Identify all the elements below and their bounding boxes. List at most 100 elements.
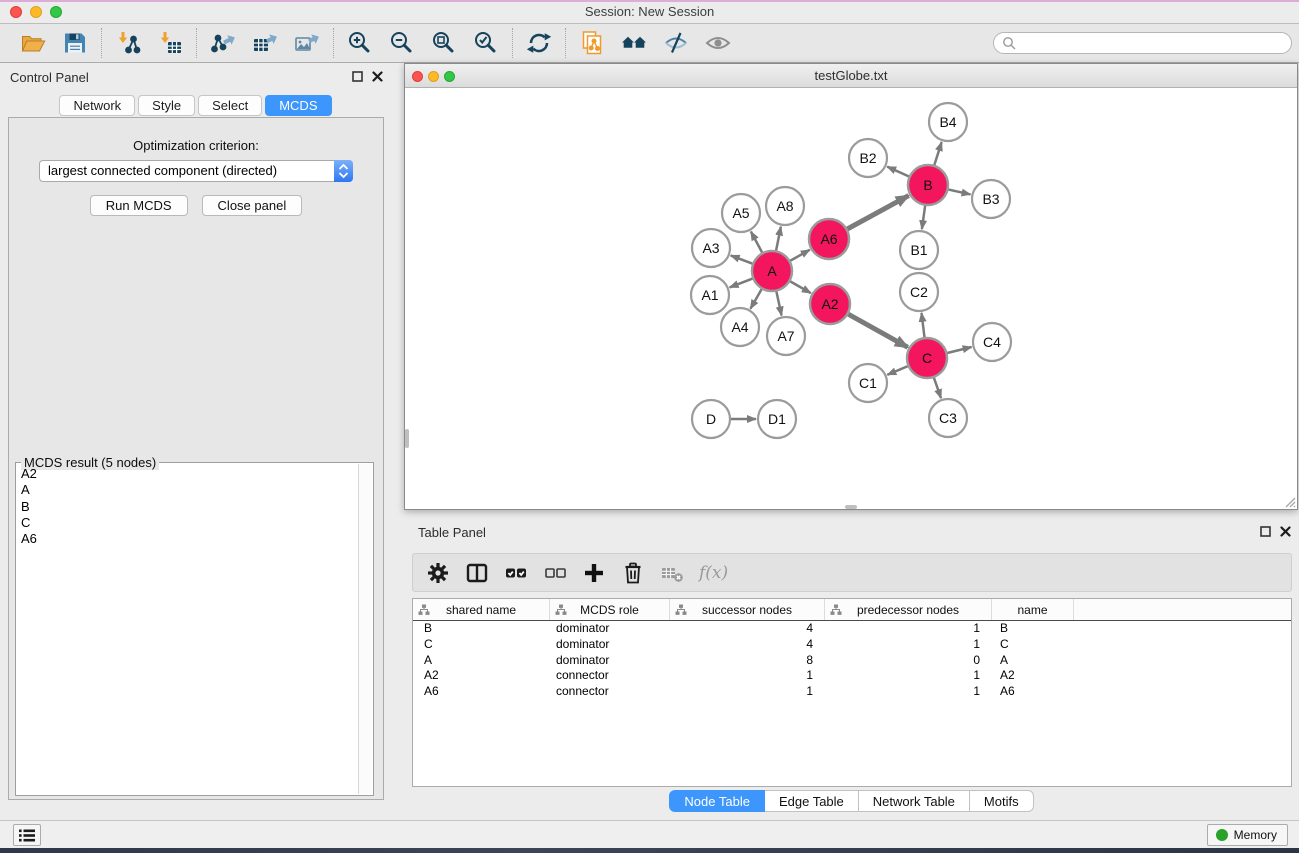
graph-node-A7[interactable]: A7 (767, 317, 805, 355)
table-cell: A (992, 653, 1074, 669)
graph-node-A5[interactable]: A5 (722, 194, 760, 232)
close-window-button[interactable] (10, 6, 22, 18)
svg-text:C4: C4 (983, 334, 1001, 350)
result-scrollbar[interactable] (358, 464, 372, 794)
column-header-successor-nodes[interactable]: successor nodes (670, 599, 825, 620)
table-row[interactable]: Cdominator41C (413, 637, 1291, 653)
graph-node-B2[interactable]: B2 (849, 139, 887, 177)
select-all-checkboxes-icon[interactable] (504, 561, 528, 585)
graph-node-A[interactable]: A (752, 251, 792, 291)
show-all-icon[interactable] (705, 30, 731, 56)
graph-node-C4[interactable]: C4 (973, 323, 1011, 361)
open-file-icon[interactable] (20, 30, 46, 56)
graph-node-D1[interactable]: D1 (758, 400, 796, 438)
graph-node-A2[interactable]: A2 (810, 284, 850, 324)
tab-mcds[interactable]: MCDS (265, 95, 331, 116)
network-zoom-button[interactable] (444, 71, 455, 82)
graph-node-A4[interactable]: A4 (721, 308, 759, 346)
show-columns-icon[interactable] (465, 561, 489, 585)
graph-node-A1[interactable]: A1 (691, 276, 729, 314)
tab-network-table[interactable]: Network Table (859, 790, 970, 812)
svg-text:A4: A4 (731, 319, 748, 335)
network-vertical-scrollbar[interactable] (405, 429, 409, 448)
add-column-icon[interactable] (582, 561, 606, 585)
result-item[interactable]: B (17, 499, 357, 515)
refresh-layout-icon[interactable] (526, 30, 552, 56)
table-row[interactable]: A2connector11A2 (413, 668, 1291, 684)
column-header-name[interactable]: name (992, 599, 1074, 620)
export-network-icon[interactable] (210, 30, 236, 56)
zoom-out-icon[interactable] (389, 30, 415, 56)
minimize-window-button[interactable] (30, 6, 42, 18)
result-item[interactable]: A2 (17, 466, 357, 482)
network-close-button[interactable] (412, 71, 423, 82)
criterion-dropdown[interactable]: largest connected component (directed) (39, 160, 353, 182)
list-icon (18, 828, 36, 843)
table-row[interactable]: Bdominator41B (413, 621, 1291, 637)
graph-node-A3[interactable]: A3 (692, 229, 730, 267)
column-header-shared-name[interactable]: shared name (413, 599, 550, 620)
result-item[interactable]: A6 (17, 531, 357, 547)
float-table-panel-icon[interactable] (1260, 526, 1271, 537)
network-window-titlebar[interactable]: testGlobe.txt (405, 64, 1297, 88)
run-mcds-button[interactable]: Run MCDS (90, 195, 188, 216)
new-network-from-selection-icon[interactable] (579, 30, 605, 56)
settings-gear-icon[interactable] (426, 561, 450, 585)
resize-grip-icon[interactable] (1283, 495, 1296, 508)
column-header-MCDS-role[interactable]: MCDS role (550, 599, 670, 620)
graph-node-B4[interactable]: B4 (929, 103, 967, 141)
graph-node-A8[interactable]: A8 (766, 187, 804, 225)
mcds-result-list[interactable]: A2ABCA6 (17, 466, 357, 794)
home-first-neighbors-icon[interactable] (621, 30, 647, 56)
table-cell: 1 (670, 668, 825, 684)
graph-node-C3[interactable]: C3 (929, 399, 967, 437)
close-panel-icon[interactable] (372, 71, 383, 82)
graph-node-A6[interactable]: A6 (809, 219, 849, 259)
import-table-icon[interactable] (157, 30, 183, 56)
delete-column-icon[interactable] (621, 561, 645, 585)
table-cell: A6 (992, 684, 1074, 700)
import-network-icon[interactable] (115, 30, 141, 56)
graph-node-C[interactable]: C (907, 338, 947, 378)
zoom-window-button[interactable] (50, 6, 62, 18)
memory-button[interactable]: Memory (1207, 824, 1288, 846)
deselect-all-checkboxes-icon[interactable] (543, 561, 567, 585)
graph-node-B1[interactable]: B1 (900, 231, 938, 269)
table-header-row: shared nameMCDS rolesuccessor nodesprede… (413, 599, 1291, 621)
table-cell: A2 (413, 668, 550, 684)
result-item[interactable]: A (17, 482, 357, 498)
zoom-selected-icon[interactable] (473, 30, 499, 56)
tab-style[interactable]: Style (138, 95, 195, 116)
graph-node-B[interactable]: B (908, 165, 948, 205)
graph-node-C2[interactable]: C2 (900, 273, 938, 311)
export-image-icon[interactable] (294, 30, 320, 56)
graph-node-B3[interactable]: B3 (972, 180, 1010, 218)
tab-motifs[interactable]: Motifs (970, 790, 1034, 812)
graph-node-D[interactable]: D (692, 400, 730, 438)
hide-selected-icon[interactable] (663, 30, 689, 56)
tab-edge-table[interactable]: Edge Table (765, 790, 859, 812)
table-cell: A2 (992, 668, 1074, 684)
search-box[interactable] (993, 32, 1292, 54)
tab-select[interactable]: Select (198, 95, 262, 116)
result-item[interactable]: C (17, 515, 357, 531)
table-row[interactable]: A6connector11A6 (413, 684, 1291, 700)
task-history-button[interactable] (13, 824, 41, 846)
zoom-fit-icon[interactable] (431, 30, 457, 56)
graph-node-C1[interactable]: C1 (849, 364, 887, 402)
close-table-panel-icon[interactable] (1280, 526, 1291, 537)
column-header-predecessor-nodes[interactable]: predecessor nodes (825, 599, 992, 620)
zoom-in-icon[interactable] (347, 30, 373, 56)
tab-node-table[interactable]: Node Table (669, 790, 765, 812)
svg-text:A: A (767, 263, 777, 279)
network-horizontal-scrollbar[interactable] (845, 505, 857, 509)
network-canvas[interactable]: B4 B2 B B3 B1 A5A8A6 A3 A A1A4 A7A2 C2 C C4 C1 C3 D D1 (405, 89, 1297, 510)
float-panel-icon[interactable] (352, 71, 363, 82)
table-row[interactable]: Adominator80A (413, 653, 1291, 669)
tab-network[interactable]: Network (59, 95, 135, 116)
export-table-icon[interactable] (252, 30, 278, 56)
search-input[interactable] (1021, 35, 1283, 51)
close-panel-button[interactable]: Close panel (202, 195, 303, 216)
save-session-icon[interactable] (62, 30, 88, 56)
network-minimize-button[interactable] (428, 71, 439, 82)
